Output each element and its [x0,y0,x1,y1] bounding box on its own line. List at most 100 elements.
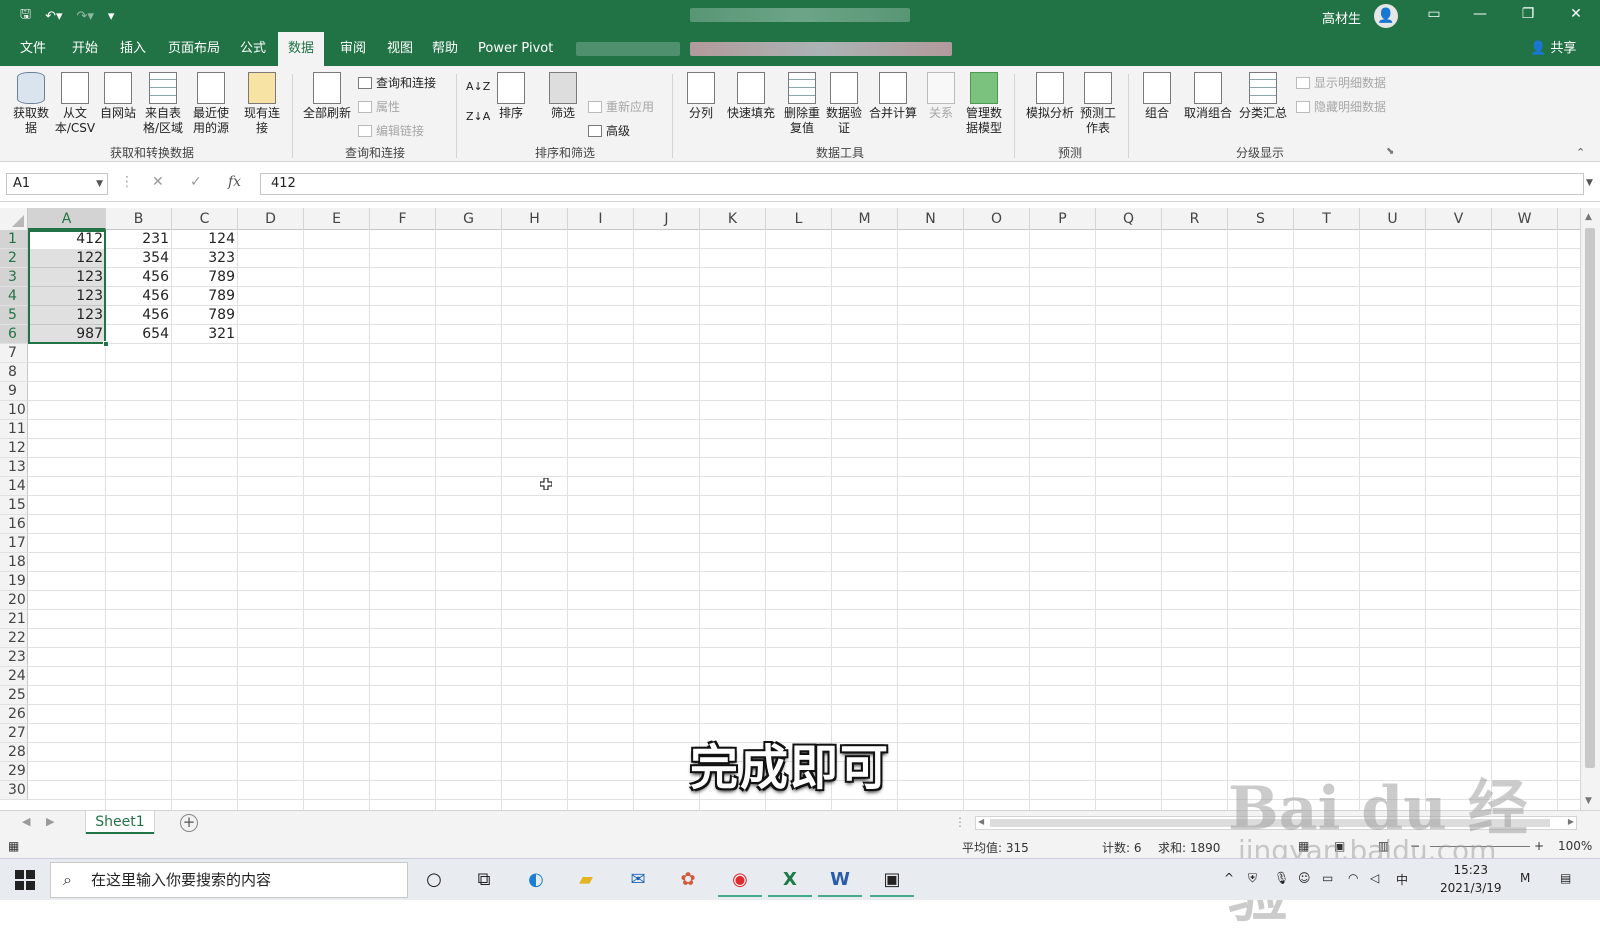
restore-icon[interactable]: ❐ [1516,6,1540,26]
row-header-18[interactable]: 18 [0,553,28,572]
manage-data-model-button[interactable]: 管理数据模型 [962,72,1006,136]
row-header-8[interactable]: 8 [0,363,28,382]
tab-insert[interactable]: 插入 [110,32,156,66]
tab-data[interactable]: 数据 [278,32,325,66]
row-header-25[interactable]: 25 [0,686,28,705]
wifi-icon[interactable]: ◠ [1348,871,1358,885]
row-header-5[interactable]: 5 [0,306,28,325]
task-view-icon[interactable]: ⧉ [462,863,506,897]
scroll-up-icon[interactable]: ▲ [1585,212,1592,222]
sheet-tab-sheet1[interactable]: Sheet1 [86,811,154,835]
cell-c4[interactable]: 789 [172,287,238,306]
group-button[interactable]: 组合 [1140,72,1174,121]
edit-links-button[interactable]: 编辑链接 [358,122,424,139]
row-header-3[interactable]: 3 [0,268,28,287]
scroll-down-icon[interactable]: ▼ [1585,796,1592,806]
cell-a3[interactable]: 123 [28,268,106,287]
consolidate-button[interactable]: 合并计算 [866,72,920,121]
column-header-o[interactable]: O [964,208,1030,230]
row-header-24[interactable]: 24 [0,667,28,686]
row-header-30[interactable]: 30 [0,781,28,800]
column-header-s[interactable]: S [1228,208,1294,230]
microphone-icon[interactable]: 🎙 [1274,871,1289,885]
show-hidden-icons-icon[interactable]: ^ [1224,871,1234,885]
cell-b1[interactable]: 231 [106,230,172,249]
row-header-14[interactable]: 14 [0,477,28,496]
row-header-13[interactable]: 13 [0,458,28,477]
row-header-10[interactable]: 10 [0,401,28,420]
enter-icon[interactable]: ✓ [190,174,202,190]
paint-app-icon[interactable]: ✿ [666,863,710,897]
row-header-26[interactable]: 26 [0,705,28,724]
row-header-15[interactable]: 15 [0,496,28,515]
splitter-icon[interactable]: ⋮ [954,815,966,829]
column-header-p[interactable]: P [1030,208,1096,230]
from-table-button[interactable]: 来自表格/区域 [140,72,186,136]
volume-icon[interactable]: ◁ [1370,871,1379,885]
row-header-16[interactable]: 16 [0,515,28,534]
battery-icon[interactable]: ▭ [1322,871,1333,885]
reapply-button[interactable]: 重新应用 [588,98,654,115]
column-header-g[interactable]: G [436,208,502,230]
advanced-filter-button[interactable]: 高级 [588,122,630,139]
cell-c5[interactable]: 789 [172,306,238,325]
row-header-6[interactable]: 6 [0,325,28,344]
mail-icon[interactable]: ✉ [616,863,660,897]
worksheet-grid[interactable]: ABCDEFGHIJKLMNOPQRSTUVW 1 2 3 4 5 6 7 8 9 10 11 12 1… [0,208,1580,810]
vertical-scroll-thumb[interactable] [1585,228,1595,768]
row-header-22[interactable]: 22 [0,629,28,648]
tab-file[interactable]: 文件 [10,32,56,66]
show-detail-button[interactable]: 显示明细数据 [1296,74,1386,91]
from-text-csv-button[interactable]: 从文本/CSV [52,72,98,136]
taskbar-search-input[interactable]: ⌕ 在这里输入你要搜索的内容 [50,862,408,898]
tab-home[interactable]: 开始 [62,32,108,66]
undo-icon[interactable]: ↶▾ [45,9,62,24]
vertical-scrollbar[interactable]: ▲ ▼ [1580,208,1600,810]
column-header-u[interactable]: U [1360,208,1426,230]
column-header-r[interactable]: R [1162,208,1228,230]
zoom-level[interactable]: 100% [1558,839,1592,853]
sort-descending-button[interactable]: Z↓A [466,110,490,123]
cell-b4[interactable]: 456 [106,287,172,306]
cell-a6[interactable]: 987 [28,325,106,344]
expand-formula-bar-icon[interactable]: ▼ [1586,178,1593,188]
row-header-20[interactable]: 20 [0,591,28,610]
row-header-4[interactable]: 4 [0,287,28,306]
what-if-analysis-button[interactable]: 模拟分析 [1022,72,1078,121]
hide-detail-button[interactable]: 隐藏明细数据 [1296,98,1386,115]
column-header-e[interactable]: E [304,208,370,230]
column-header-i[interactable]: I [568,208,634,230]
tab-review[interactable]: 审阅 [330,32,376,66]
cell-c1[interactable]: 124 [172,230,238,249]
taskbar-app-icon[interactable]: M [1520,871,1530,885]
row-header-21[interactable]: 21 [0,610,28,629]
flash-fill-button[interactable]: 快速填充 [722,72,780,121]
sort-button[interactable]: 排序 [494,72,528,121]
cell-c3[interactable]: 789 [172,268,238,287]
save-icon[interactable]: 🖫 [20,5,31,27]
close-icon[interactable]: ✕ [1564,6,1588,26]
sort-ascending-button[interactable]: A↓Z [466,80,490,93]
minimize-icon[interactable]: — [1468,6,1492,26]
cell-b3[interactable]: 456 [106,268,172,287]
row-header-1[interactable]: 1 [0,230,28,249]
sheet-next-icon[interactable]: ▶ [46,815,54,828]
cell-c2[interactable]: 323 [172,249,238,268]
column-header-l[interactable]: L [766,208,832,230]
add-sheet-icon[interactable]: + [180,814,198,832]
column-header-c[interactable]: C [172,208,238,230]
tab-view[interactable]: 视图 [377,32,423,66]
column-header-k[interactable]: K [700,208,766,230]
dialog-launcher-icon[interactable]: ⬊ [1386,146,1394,157]
row-header-23[interactable]: 23 [0,648,28,667]
netease-music-icon[interactable]: ◉ [718,863,762,897]
chevron-down-icon[interactable]: ▼ [96,174,103,194]
cortana-icon[interactable]: ○ [412,863,456,897]
cell-a1[interactable]: 412 [28,230,106,249]
collapse-ribbon-icon[interactable]: ⌃ [1576,146,1585,159]
avatar-icon[interactable]: 👤 [1374,4,1398,28]
tab-power-pivot[interactable]: Power Pivot [468,32,563,66]
qq-icon[interactable]: ☺ [1298,871,1311,885]
column-header-a[interactable]: A [28,208,106,230]
cell-b6[interactable]: 654 [106,325,172,344]
